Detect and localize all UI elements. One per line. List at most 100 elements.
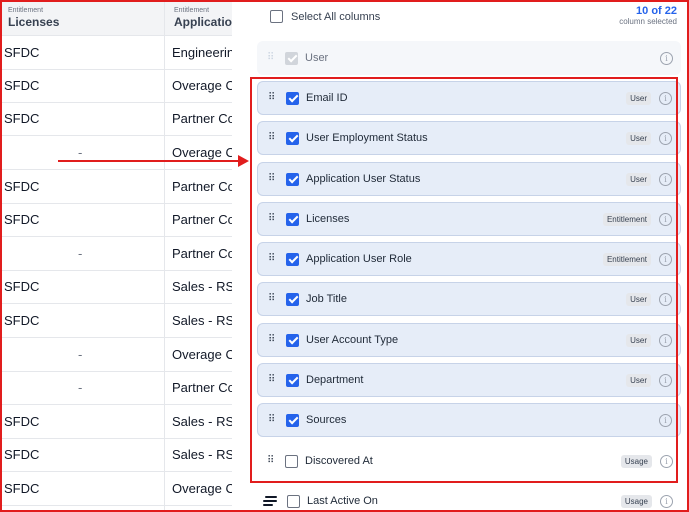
column-label: Application User Role — [306, 253, 412, 265]
application-cell: Overage C — [172, 78, 232, 93]
application-cell: Engineerin — [172, 45, 232, 60]
info-icon[interactable]: i — [659, 91, 672, 105]
column-item-last-active-on[interactable]: Last Active On Usage i — [257, 484, 681, 512]
info-icon[interactable]: i — [660, 454, 673, 468]
column-item-discovered-at[interactable]: ⠿ Discovered At Usage i — [257, 444, 681, 478]
column-label: Last Active On — [307, 495, 378, 507]
info-icon[interactable]: i — [659, 292, 672, 306]
column-checkbox[interactable] — [286, 212, 299, 226]
column-checkbox[interactable] — [286, 413, 299, 427]
column-label: User — [305, 52, 329, 64]
table-row[interactable]: SFDC Partner Co — [0, 203, 232, 237]
column-checkbox[interactable] — [286, 131, 299, 145]
drag-handle-icon[interactable]: ⠿ — [268, 133, 276, 143]
license-cell: SFDC — [4, 45, 40, 60]
table-row[interactable]: SFDC Overage C — [0, 472, 232, 506]
info-icon[interactable]: i — [659, 172, 672, 186]
column-label: Application User Status — [306, 173, 421, 185]
column-checkbox[interactable] — [286, 172, 299, 186]
column-item-user-account-type[interactable]: ⠿ User Account Type User i — [257, 323, 681, 357]
application-cell: Partner Co — [172, 246, 232, 261]
info-icon[interactable]: i — [659, 413, 672, 427]
table-row[interactable]: SFDC Partner Co — [0, 102, 232, 136]
info-icon[interactable]: i — [659, 252, 672, 266]
column-label: Department — [306, 374, 364, 386]
column-item-department[interactable]: ⠿ Department User i — [257, 363, 681, 397]
info-icon[interactable]: i — [659, 333, 672, 347]
column-item-email-id[interactable]: ⠿ Email ID User i — [257, 81, 681, 115]
reorder-lines-icon[interactable] — [263, 494, 277, 508]
table-row[interactable]: - Partner Co — [0, 371, 232, 405]
column-label: User Employment Status — [306, 132, 428, 144]
drag-handle-icon[interactable]: ⠿ — [267, 456, 275, 466]
info-icon[interactable]: i — [660, 494, 673, 508]
column-item-licenses[interactable]: ⠿ Licenses Entitlement i — [257, 202, 681, 236]
column-category-tag: User — [626, 172, 651, 186]
drag-handle-icon[interactable]: ⠿ — [268, 254, 276, 264]
select-all-columns[interactable]: Select All columns — [270, 10, 380, 23]
column-category: Entitlement — [174, 7, 210, 14]
column-label: User Account Type — [306, 334, 399, 346]
table-row[interactable]: - Overage C — [0, 338, 232, 372]
column-item-application-user-status[interactable]: ⠿ Application User Status User i — [257, 162, 681, 196]
column-category-tag: User — [626, 333, 651, 347]
column-item-job-title[interactable]: ⠿ Job Title User i — [257, 282, 681, 316]
drag-handle-icon[interactable]: ⠿ — [268, 93, 276, 103]
column-label: Sources — [306, 414, 347, 426]
drag-handle-icon[interactable]: ⠿ — [268, 335, 276, 345]
drag-handle-icon[interactable]: ⠿ — [268, 415, 276, 425]
select-all-label: Select All columns — [291, 10, 381, 23]
column-checkbox[interactable] — [286, 252, 299, 266]
application-cell: Overage C — [172, 347, 232, 362]
column-header-application[interactable]: Entitlement Application — [174, 6, 232, 29]
column-checkbox[interactable] — [286, 333, 299, 347]
select-all-checkbox[interactable] — [270, 10, 283, 23]
table-row[interactable]: SFDC Overage C — [0, 69, 232, 103]
table-row[interactable]: SFDC Engineerin — [0, 36, 232, 70]
column-checkbox[interactable] — [285, 454, 298, 468]
drag-handle-icon[interactable]: ⠿ — [268, 294, 276, 304]
license-cell: SFDC — [4, 78, 40, 93]
drag-handle-icon[interactable]: ⠿ — [268, 375, 276, 385]
column-header-licenses[interactable]: Entitlement Licenses — [8, 6, 59, 29]
drag-handle-icon[interactable]: ⠿ — [268, 174, 276, 184]
info-icon[interactable]: i — [659, 131, 672, 145]
drag-handle-icon[interactable]: ⠿ — [268, 214, 276, 224]
table-row[interactable]: SFDC Sales - RS — [0, 405, 232, 439]
column-item-user-employment-status[interactable]: ⠿ User Employment Status User i — [257, 121, 681, 155]
table-row[interactable]: SFDC Sales - RS — [0, 270, 232, 304]
column-item-application-user-role[interactable]: ⠿ Application User Role Entitlement i — [257, 242, 681, 276]
column-checkbox[interactable] — [286, 91, 299, 105]
license-cell: SFDC — [4, 414, 40, 429]
info-icon[interactable]: i — [659, 373, 672, 387]
application-cell: Partner Co — [172, 212, 232, 227]
column-label: Discovered At — [305, 455, 373, 467]
license-cell: SFDC — [4, 179, 40, 194]
license-cell: SFDC — [4, 447, 40, 462]
table-row[interactable]: - Overage C — [0, 136, 232, 170]
license-cell: SFDC — [4, 111, 40, 126]
column-checkbox[interactable] — [287, 494, 300, 508]
column-checkbox[interactable] — [286, 373, 299, 387]
application-cell: Partner Co — [172, 179, 232, 194]
license-cell: SFDC — [4, 313, 40, 328]
application-cell: Overage C — [172, 145, 232, 160]
column-name: Licenses — [8, 15, 60, 29]
column-category-tag: Entitlement — [602, 212, 651, 226]
column-item-sources[interactable]: ⠿ Sources i — [257, 403, 681, 437]
application-cell: Sales - RS — [172, 279, 232, 294]
column-category-tag: User — [626, 131, 651, 145]
table-row[interactable]: SFDC Sales - RS — [0, 438, 232, 472]
info-icon[interactable]: i — [660, 51, 673, 65]
column-label: Job Title — [306, 293, 347, 305]
info-icon[interactable]: i — [659, 212, 672, 226]
table-row[interactable]: SFDC Partner Co — [0, 170, 232, 204]
selection-count: 10 of 22 column selected — [619, 5, 677, 26]
table-row[interactable]: - Partner Co — [0, 237, 232, 271]
column-checkbox[interactable] — [286, 292, 299, 306]
drag-handle-icon: ⠿ — [267, 52, 274, 63]
table-row[interactable]: SFDC Sales - RS — [0, 304, 232, 338]
column-category-tag: Entitlement — [602, 252, 651, 266]
license-cell: - — [78, 246, 83, 261]
application-cell: Overage C — [172, 481, 232, 496]
